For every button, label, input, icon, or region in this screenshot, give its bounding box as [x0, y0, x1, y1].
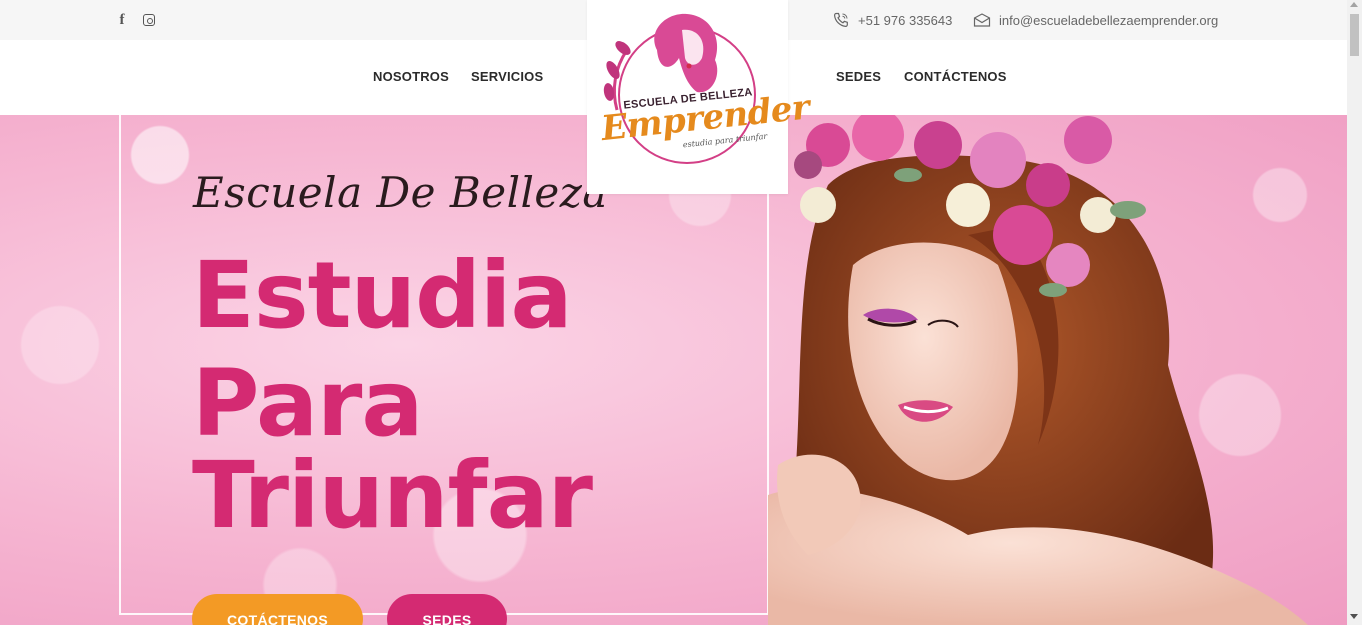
- scroll-down-arrow-icon[interactable]: [1350, 614, 1358, 619]
- sedes-button[interactable]: SEDES: [387, 594, 507, 625]
- envelope-icon: [973, 12, 991, 28]
- facebook-icon[interactable]: f: [114, 11, 130, 29]
- page: f +51 976 335643 info@escueladebellezaem…: [0, 0, 1347, 625]
- scroll-up-arrow-icon[interactable]: [1350, 2, 1358, 7]
- page-scrollbar[interactable]: [1347, 0, 1362, 625]
- phone-number: +51 976 335643: [858, 12, 953, 28]
- phone-icon: [832, 12, 850, 28]
- email-address: info@escueladebellezaemprender.org: [999, 12, 1219, 28]
- nav-item-sedes[interactable]: SEDES: [836, 69, 881, 84]
- hero-headline-line-1: Estudia: [192, 242, 573, 349]
- site-logo[interactable]: ESCUELA DE BELLEZA Emprender estudia par…: [587, 0, 811, 194]
- email-contact[interactable]: info@escueladebellezaemprender.org: [973, 10, 1218, 30]
- hero-headline-line-3: Triunfar: [192, 442, 593, 549]
- nav-item-servicios[interactable]: SERVICIOS: [471, 69, 543, 84]
- nav-item-contactenos[interactable]: CONTÁCTENOS: [904, 69, 1007, 84]
- instagram-icon[interactable]: [141, 11, 157, 29]
- hero-script-title: Escuela De Belleza: [193, 168, 608, 217]
- nav-item-nosotros[interactable]: NOSOTROS: [373, 69, 449, 84]
- hero-model-image: [768, 115, 1308, 625]
- hero-headline-line-2: Para: [192, 350, 423, 457]
- phone-contact[interactable]: +51 976 335643: [832, 10, 952, 30]
- contact-button[interactable]: COTÁCTENOS: [192, 594, 363, 625]
- scroll-thumb[interactable]: [1350, 14, 1359, 56]
